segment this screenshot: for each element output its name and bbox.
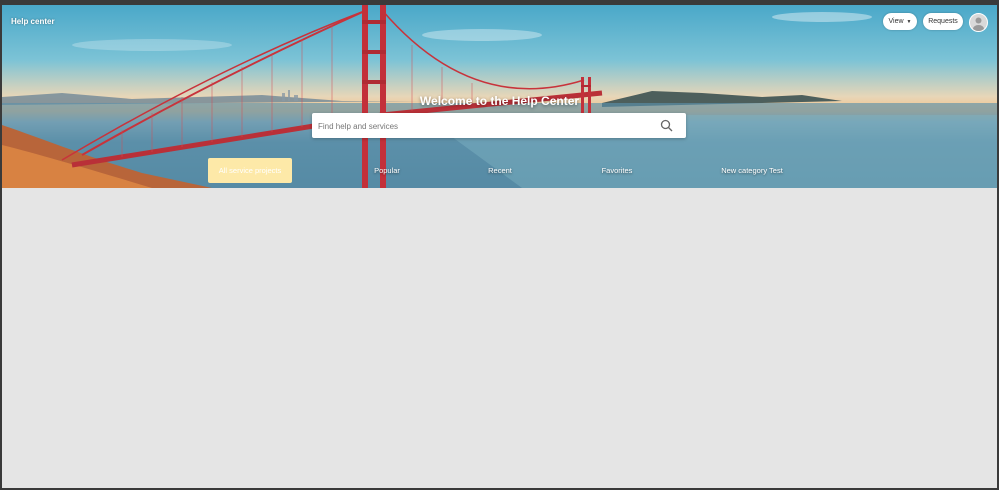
- view-button-label: View: [888, 18, 904, 25]
- hero-title: Welcome to the Help Center: [419, 94, 580, 108]
- search-input[interactable]: [316, 113, 650, 140]
- search-icon[interactable]: [660, 119, 673, 132]
- tab-new-category-test[interactable]: New category Test: [712, 158, 792, 183]
- search-box: [312, 113, 686, 140]
- tab-favorites[interactable]: Favorites: [587, 158, 647, 183]
- tab-popular[interactable]: Popular: [357, 158, 417, 183]
- chevron-down-icon: ▼: [906, 18, 912, 25]
- requests-button-label: Requests: [928, 18, 958, 25]
- hero-banner: Help center View ▼ Requests Welcome to t…: [2, 5, 997, 188]
- tab-all-service-projects[interactable]: All service projects: [208, 158, 292, 183]
- main-content-area: [2, 188, 997, 488]
- view-menu-button[interactable]: View ▼: [883, 13, 917, 30]
- brand-title[interactable]: Help center: [11, 17, 55, 26]
- user-avatar-icon[interactable]: [969, 13, 988, 32]
- requests-button[interactable]: Requests: [923, 13, 963, 30]
- help-center-page: Help center View ▼ Requests Welcome to t…: [2, 5, 997, 488]
- category-tabs: All service projects Popular Recent Favo…: [2, 158, 997, 184]
- tab-recent[interactable]: Recent: [472, 158, 528, 183]
